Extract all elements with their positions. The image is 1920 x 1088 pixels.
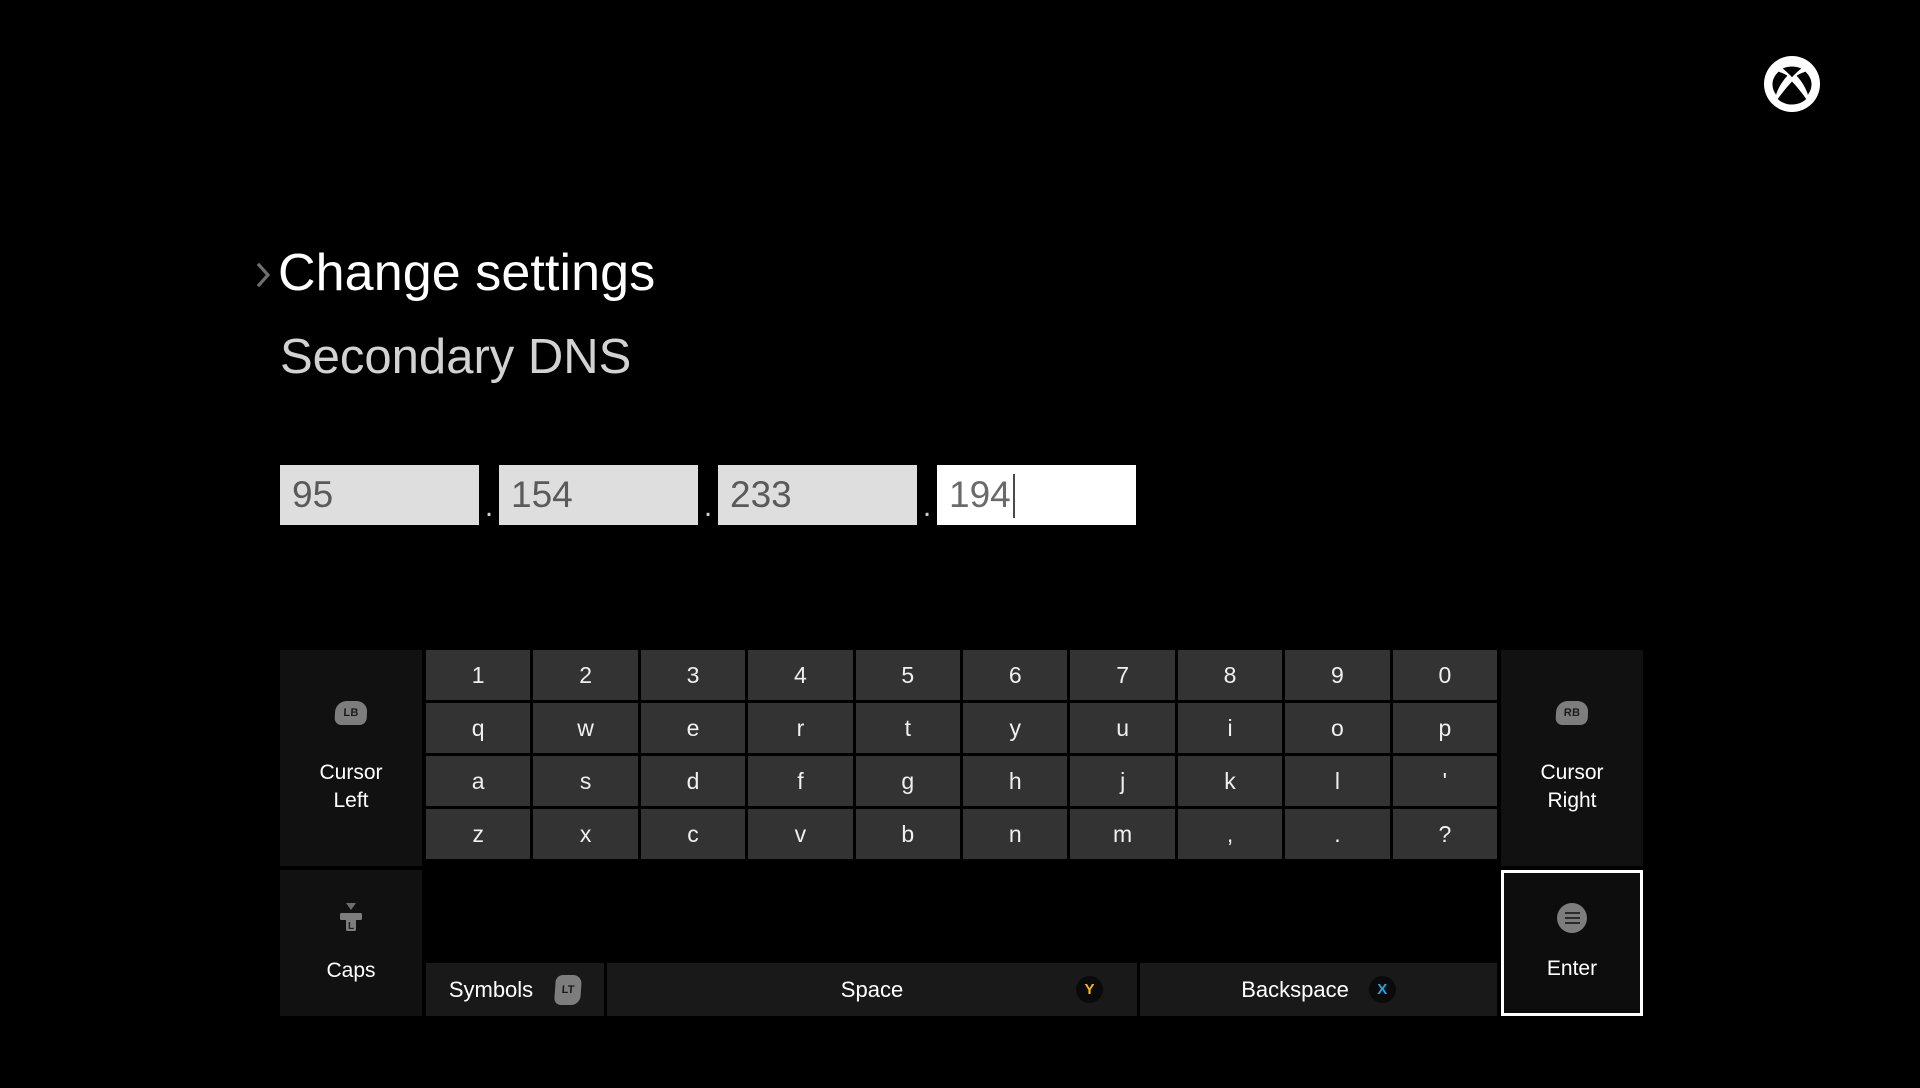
- page-header: Change settings Secondary DNS: [256, 243, 656, 385]
- menu-button-icon: [1557, 903, 1587, 933]
- svg-text:L: L: [348, 921, 354, 932]
- ip-address-input: 95 . 154 . 233 . 194: [280, 465, 1136, 525]
- ip-octet-value-2: 154: [511, 474, 573, 515]
- key-x[interactable]: x: [533, 809, 638, 859]
- key-caps[interactable]: L Caps: [280, 870, 422, 1016]
- key-backspace-label: Backspace: [1241, 976, 1349, 1002]
- key-f[interactable]: f: [748, 756, 853, 806]
- left-trigger-icon: L: [332, 901, 370, 935]
- key-comma[interactable]: ,: [1177, 809, 1283, 859]
- left-bumper-icon: LB: [334, 701, 368, 725]
- ip-octet-value-1: 95: [292, 474, 334, 515]
- ip-octet-field-1[interactable]: 95: [280, 465, 479, 525]
- key-caps-label: Caps: [326, 959, 376, 982]
- x-button-icon: X: [1368, 976, 1396, 1003]
- xbox-settings-screen: Change settings Secondary DNS 95 . 154 .…: [0, 0, 1920, 1088]
- key-s[interactable]: s: [533, 756, 638, 806]
- keyboard-action-row: Symbols LT Space Y Backspace X: [426, 963, 1497, 1016]
- key-8[interactable]: 8: [1177, 650, 1283, 700]
- key-cursor-left-label-line1: Cursor: [319, 761, 383, 784]
- key-v[interactable]: v: [748, 809, 853, 859]
- key-a[interactable]: a: [426, 756, 531, 806]
- key-u[interactable]: u: [1070, 703, 1175, 753]
- key-r[interactable]: r: [748, 703, 853, 753]
- keyboard-row-top: q w e r t y u i o p: [426, 703, 1498, 753]
- key-cursor-right[interactable]: RB Cursor Right: [1501, 650, 1643, 866]
- ip-octet-value-4: 194: [949, 474, 1011, 515]
- key-c[interactable]: c: [640, 809, 746, 859]
- key-k[interactable]: k: [1177, 756, 1283, 806]
- page-title: Change settings: [278, 244, 656, 302]
- y-button-icon: Y: [1076, 976, 1103, 1003]
- page-subtitle: Secondary DNS: [280, 330, 632, 384]
- ip-separator-1: .: [484, 490, 494, 523]
- key-space-label: Space: [840, 976, 904, 1002]
- key-6[interactable]: 6: [963, 650, 1068, 700]
- key-3[interactable]: 3: [640, 650, 746, 700]
- key-4[interactable]: 4: [748, 650, 853, 700]
- keyboard-row-bottom: z x c v b n m , . ?: [426, 809, 1498, 859]
- key-n[interactable]: n: [963, 809, 1068, 859]
- key-0[interactable]: 0: [1392, 650, 1498, 700]
- key-2[interactable]: 2: [533, 650, 638, 700]
- keyboard-row-numbers: 1 2 3 4 5 6 7 8 9 0: [426, 650, 1498, 700]
- key-backspace[interactable]: Backspace X: [1140, 963, 1497, 1016]
- keyboard-row-home: a s d f g h j k l ': [426, 756, 1498, 806]
- key-symbols-label: Symbols: [448, 976, 534, 1002]
- ip-octet-field-2[interactable]: 154: [499, 465, 698, 525]
- breadcrumb: Change settings: [256, 243, 656, 303]
- key-e[interactable]: e: [640, 703, 746, 753]
- key-w[interactable]: w: [533, 703, 638, 753]
- ip-separator-2: .: [703, 490, 713, 523]
- keyboard-key-grid: 1 2 3 4 5 6 7 8 9 0 q w e r t y u i o p …: [426, 650, 1498, 862]
- key-period[interactable]: .: [1285, 809, 1390, 859]
- key-j[interactable]: j: [1070, 756, 1175, 806]
- ip-octet-field-3[interactable]: 233: [718, 465, 917, 525]
- key-p[interactable]: p: [1392, 703, 1498, 753]
- xbox-logo: [1763, 55, 1821, 113]
- key-g[interactable]: g: [855, 756, 961, 806]
- key-i[interactable]: i: [1177, 703, 1283, 753]
- key-space[interactable]: Space Y: [607, 963, 1137, 1016]
- key-cursor-left-label-line2: Left: [333, 789, 369, 812]
- key-enter[interactable]: Enter: [1501, 870, 1643, 1016]
- key-m[interactable]: m: [1070, 809, 1175, 859]
- key-symbols[interactable]: Symbols LT: [426, 963, 604, 1016]
- key-enter-label: Enter: [1546, 957, 1598, 980]
- key-o[interactable]: o: [1285, 703, 1390, 753]
- key-cursor-right-label-line1: Cursor: [1540, 761, 1604, 784]
- ip-octet-field-4[interactable]: 194: [937, 465, 1136, 525]
- key-b[interactable]: b: [855, 809, 961, 859]
- key-cursor-left[interactable]: LB Cursor Left: [280, 650, 422, 866]
- key-7[interactable]: 7: [1070, 650, 1175, 700]
- key-d[interactable]: d: [640, 756, 746, 806]
- ip-separator-3: .: [922, 490, 932, 523]
- key-z[interactable]: z: [426, 809, 531, 859]
- key-cursor-right-label-line2: Right: [1547, 789, 1597, 812]
- text-caret: [1012, 474, 1015, 518]
- key-q[interactable]: q: [426, 703, 531, 753]
- key-y[interactable]: y: [963, 703, 1068, 753]
- left-trigger-icon: LT: [554, 974, 583, 1005]
- key-9[interactable]: 9: [1285, 650, 1390, 700]
- key-l[interactable]: l: [1285, 756, 1390, 806]
- right-bumper-icon: RB: [1555, 701, 1589, 725]
- key-h[interactable]: h: [963, 756, 1068, 806]
- ip-octet-value-3: 233: [730, 474, 792, 515]
- key-t[interactable]: t: [855, 703, 961, 753]
- key-5[interactable]: 5: [855, 650, 961, 700]
- key-1[interactable]: 1: [426, 650, 531, 700]
- chevron-right-icon: [256, 262, 272, 288]
- on-screen-keyboard: LB Cursor Left RB Cursor Right L Caps En…: [280, 650, 1643, 1016]
- key-apostrophe[interactable]: ': [1392, 756, 1498, 806]
- key-question[interactable]: ?: [1392, 809, 1498, 859]
